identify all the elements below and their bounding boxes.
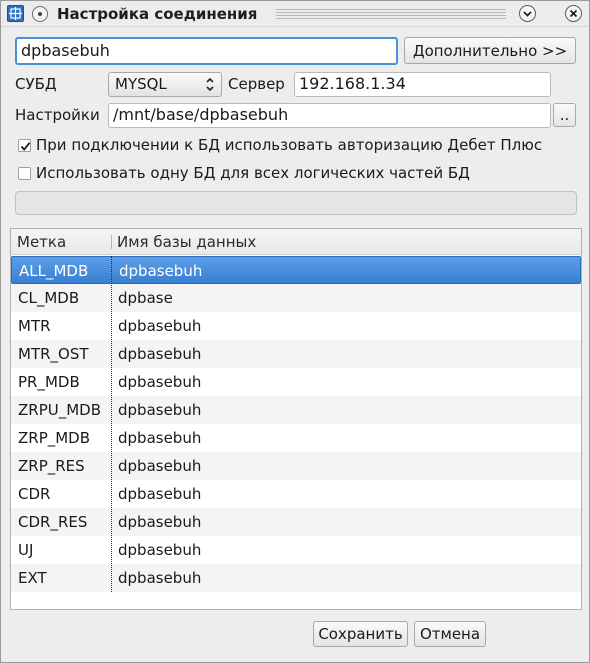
cell-label: UJ — [18, 541, 34, 559]
column-divider — [111, 256, 112, 592]
cell-label: MTR — [18, 317, 51, 335]
cell-db-name: dpbasebuh — [118, 513, 202, 531]
cell-label: ZRP_MDB — [18, 429, 91, 447]
cell-db-name: dpbasebuh — [118, 317, 202, 335]
cell-db-name: dpbasebuh — [118, 429, 202, 447]
connection-settings-window: Настройка соединения dpbasebuh Дополните… — [0, 0, 590, 663]
close-button[interactable] — [565, 5, 582, 22]
title-bar[interactable]: Настройка соединения — [1, 1, 589, 27]
column-header-dbname[interactable]: Имя базы данных — [117, 233, 256, 251]
cell-label: MTR_OST — [18, 345, 89, 363]
window-title: Настройка соединения — [57, 5, 258, 23]
table-row[interactable]: MTR_OST dpbasebuh — [11, 340, 581, 368]
cell-db-name: dpbasebuh — [118, 541, 202, 559]
server-input[interactable]: 192.168.1.34 — [294, 72, 551, 97]
advanced-button[interactable]: Дополнительно >> — [404, 37, 576, 64]
table-row[interactable]: CL_MDB dpbase — [11, 284, 581, 312]
column-separator[interactable] — [111, 235, 112, 249]
connection-name-input[interactable]: dpbasebuh — [15, 37, 398, 65]
cell-db-name: dpbasebuh — [119, 262, 203, 280]
database-table[interactable]: Метка Имя базы данных ALL_MDB dpbasebuh CL… — [10, 228, 582, 610]
cell-db-name: dpbasebuh — [118, 569, 202, 587]
table-header: Метка Имя базы данных — [11, 229, 581, 255]
app-icon[interactable] — [7, 5, 24, 22]
table-row[interactable]: ALL_MDB dpbasebuh — [11, 256, 581, 284]
column-header-label[interactable]: Метка — [17, 233, 66, 251]
close-icon — [569, 9, 578, 18]
cell-label: EXT — [18, 569, 47, 587]
settings-path-input[interactable]: /mnt/base/dpbasebuh — [108, 103, 551, 128]
cell-label: ALL_MDB — [19, 262, 89, 280]
table-row[interactable]: MTR dpbasebuh — [11, 312, 581, 340]
cell-db-name: dpbasebuh — [118, 373, 202, 391]
table-row[interactable]: EXT dpbasebuh — [11, 564, 581, 592]
dbms-select-value: MYSQL — [115, 75, 167, 93]
save-button[interactable]: Сохранить — [313, 621, 408, 647]
table-row[interactable]: ZRP_RES dpbasebuh — [11, 452, 581, 480]
cell-label: ZRPU_MDB — [18, 401, 102, 419]
table-row[interactable]: ZRP_MDB dpbasebuh — [11, 424, 581, 452]
cell-label: CDR — [18, 485, 51, 503]
table-row[interactable]: CDR_RES dpbasebuh — [11, 508, 581, 536]
browse-button[interactable]: .. — [553, 103, 576, 127]
cell-label: ZRP_RES — [18, 457, 85, 475]
progress-bar — [15, 191, 577, 215]
table-row[interactable]: ZRPU_MDB dpbasebuh — [11, 396, 581, 424]
updown-arrows-icon — [205, 76, 215, 100]
title-bar-grip — [276, 9, 506, 19]
cell-db-name: dpbasebuh — [118, 457, 202, 475]
menu-circle-icon[interactable] — [32, 6, 48, 22]
auth-checkbox-label[interactable]: При подключении к БД использовать автори… — [36, 136, 542, 154]
chevron-down-icon — [523, 11, 532, 17]
minimize-button[interactable] — [519, 5, 536, 22]
checkmark-icon — [20, 142, 31, 151]
cell-label: CL_MDB — [18, 289, 80, 307]
dbms-select[interactable]: MYSQL — [108, 72, 222, 97]
settings-label: Настройки — [15, 106, 100, 124]
table-row[interactable]: UJ dpbasebuh — [11, 536, 581, 564]
cell-label: CDR_RES — [18, 513, 88, 531]
cell-db-name: dpbasebuh — [118, 345, 202, 363]
single-db-checkbox-label[interactable]: Использовать одну БД для всех логических… — [36, 164, 470, 182]
auth-checkbox[interactable] — [18, 139, 31, 152]
table-row[interactable]: PR_MDB dpbasebuh — [11, 368, 581, 396]
cell-db-name: dpbase — [118, 289, 173, 307]
cell-db-name: dpbasebuh — [118, 401, 202, 419]
single-db-checkbox[interactable] — [18, 167, 31, 180]
cell-label: PR_MDB — [18, 373, 80, 391]
table-row[interactable]: CDR dpbasebuh — [11, 480, 581, 508]
server-label: Сервер — [228, 75, 285, 93]
cell-db-name: dpbasebuh — [118, 485, 202, 503]
dbms-label: СУБД — [15, 75, 57, 93]
table-body: ALL_MDB dpbasebuh CL_MDB dpbase MTR dpbasebuh… — [11, 256, 581, 592]
cancel-button[interactable]: Отмена — [414, 621, 486, 647]
